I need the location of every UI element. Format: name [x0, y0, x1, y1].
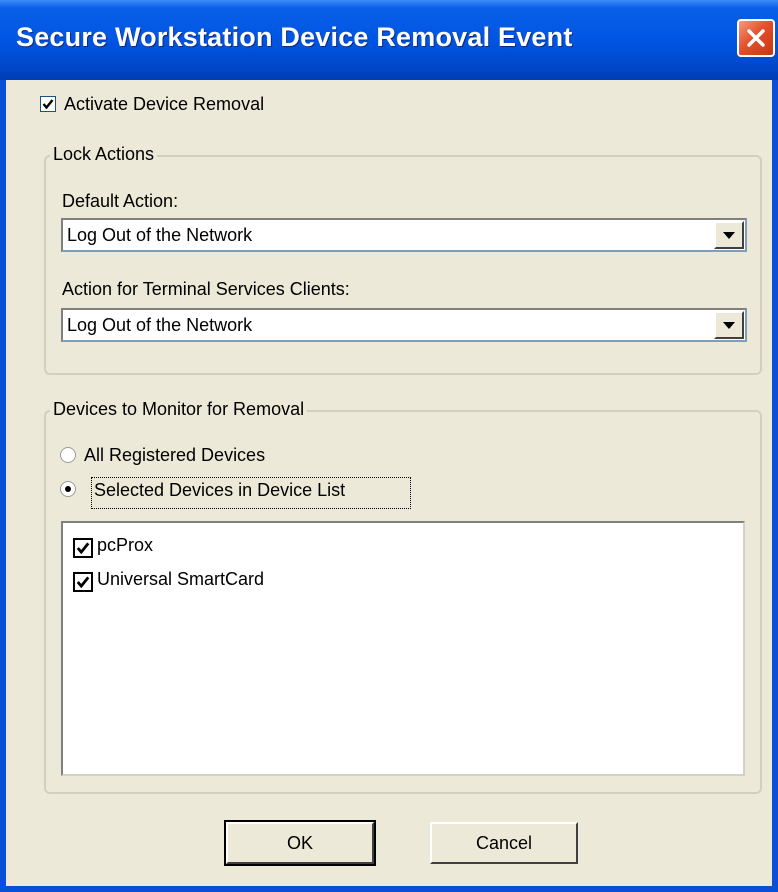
device-label: pcProx — [97, 535, 154, 555]
ok-button[interactable]: OK — [224, 820, 376, 866]
terminal-action-dropdown-button[interactable] — [714, 311, 744, 339]
cancel-button[interactable]: Cancel — [430, 822, 578, 864]
default-action-value: Log Out of the Network — [67, 225, 253, 245]
list-item[interactable]: Universal SmartCard — [73, 569, 673, 592]
device-checkbox[interactable] — [73, 572, 93, 592]
terminal-action-select[interactable]: Log Out of the Network — [61, 308, 747, 342]
terminal-action-label: Action for Terminal Services Clients: — [62, 279, 350, 299]
chevron-down-icon — [723, 232, 735, 239]
title-bar[interactable]: Secure Workstation Device Removal Event — [0, 0, 778, 80]
device-label: Universal SmartCard — [97, 569, 265, 589]
radio-all-devices-label[interactable]: All Registered Devices — [84, 445, 265, 466]
window-title: Secure Workstation Device Removal Event — [16, 22, 573, 52]
checkmark-icon — [42, 99, 54, 110]
list-item[interactable]: pcProx — [73, 535, 673, 558]
checkmark-icon — [76, 576, 90, 589]
chevron-down-icon — [723, 322, 735, 329]
activate-label[interactable]: Activate Device Removal — [64, 94, 264, 115]
device-checkbox[interactable] — [73, 538, 93, 558]
activate-checkbox[interactable] — [40, 96, 56, 112]
default-action-select[interactable]: Log Out of the Network — [61, 218, 747, 252]
devices-legend: Devices to Monitor for Removal — [50, 399, 308, 420]
close-button[interactable] — [737, 19, 775, 57]
dialog-window: Secure Workstation Device Removal Event … — [0, 0, 778, 892]
terminal-action-value: Log Out of the Network — [67, 315, 253, 335]
lock-actions-group: Lock Actions — [44, 144, 762, 375]
device-list[interactable]: pcProx Universal SmartCard — [61, 521, 745, 776]
default-action-label: Default Action: — [62, 191, 179, 211]
default-action-dropdown-button[interactable] — [714, 221, 744, 249]
close-icon — [747, 29, 765, 47]
radio-selected-dot — [65, 486, 71, 492]
dialog-content: Activate Device Removal Lock Actions Def… — [6, 80, 772, 886]
radio-selected-devices[interactable] — [60, 481, 76, 497]
checkmark-icon — [76, 542, 90, 555]
lock-actions-legend: Lock Actions — [50, 144, 158, 165]
radio-all-devices[interactable] — [60, 447, 76, 463]
radio-selected-devices-label[interactable]: Selected Devices in Device List — [94, 480, 345, 501]
